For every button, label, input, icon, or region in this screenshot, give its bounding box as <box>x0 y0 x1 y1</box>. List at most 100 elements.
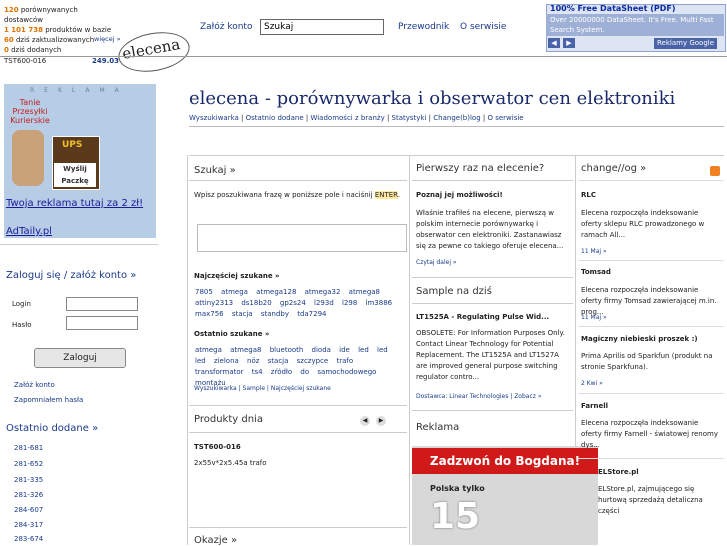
changelog-date[interactable]: 2 Kwi » <box>581 380 603 387</box>
crumb-about[interactable]: O serwisie <box>487 114 523 122</box>
stats-panel: 120 porównywanych dostawców 1 101 738 pr… <box>4 5 114 55</box>
rss-icon[interactable] <box>710 166 720 176</box>
recent-searches-heading[interactable]: Ostatnio szukane » <box>194 330 269 338</box>
crumb-news[interactable]: Wiadomości z branży <box>310 114 384 122</box>
crumb-search[interactable]: Wyszukiwarka <box>189 114 239 122</box>
changelog-title[interactable]: ELStore.pl <box>598 468 639 476</box>
entry-divider <box>578 260 724 261</box>
ad-label: REKLAMA <box>30 87 129 94</box>
product-description: 2x55v*2x5.45a trafo <box>194 459 267 467</box>
login-label: Login <box>12 300 31 308</box>
stat-number: 0 <box>4 46 9 54</box>
crumb-changelog[interactable]: Change(b)log <box>433 114 480 122</box>
entry-divider <box>578 326 724 327</box>
crumb-divider <box>189 126 724 127</box>
courier-figure <box>12 130 44 186</box>
panel-divider <box>412 180 573 181</box>
panel-divider <box>578 180 724 181</box>
ad-banner-title[interactable]: Zadzwoń do Bogdana! <box>412 448 598 474</box>
range-link[interactable]: 281-652 <box>14 460 43 468</box>
password-field[interactable] <box>66 316 138 330</box>
next-product-button[interactable]: ▶ <box>376 416 386 426</box>
panel-divider <box>412 303 573 304</box>
sample-text: OBSOLETE: For Information Purposes Only.… <box>416 329 565 381</box>
your-ad-link[interactable]: Twoja reklama tutaj za 2 zł! <box>6 198 143 209</box>
register-link[interactable]: Załóż konto <box>14 381 55 389</box>
login-button[interactable]: Zaloguj <box>34 348 126 368</box>
deals-heading[interactable]: Okazje » <box>194 535 237 546</box>
ad-banner-tagline: Polska tylko <box>430 484 485 493</box>
ups-logo: UPS <box>62 140 83 150</box>
recent-searches[interactable]: atmega atmega8 bluetooth dioda ide led l… <box>195 345 405 389</box>
prev-product-button[interactable]: ◀ <box>360 416 370 426</box>
search-desc-text: Wpisz poszukiwana frazę w poniższe pole … <box>194 191 373 199</box>
first-time-heading: Pierwszy raz na elecenie? <box>416 163 545 174</box>
search-description: Wpisz poszukiwana frazę w poniższe pole … <box>194 191 401 199</box>
crumb-recent[interactable]: Ostatnio dodane <box>246 114 304 122</box>
stat-label: dziś dodanych <box>11 46 62 54</box>
changelog-text: Elecena rozpoczęła indeksowanie oferty f… <box>581 419 718 449</box>
range-link[interactable]: 284-317 <box>14 521 43 529</box>
panel-divider <box>412 277 573 278</box>
ad-prev-button[interactable]: ◀ <box>548 38 560 48</box>
sample-footer[interactable]: Dostawca: Linear Technologies | Zobacz » <box>416 393 541 400</box>
adtaily-link[interactable]: AdTaily.pl <box>6 226 52 237</box>
more-stats-link[interactable]: więcej » <box>94 35 121 43</box>
popular-heading[interactable]: Najczęściej szukane » <box>194 272 280 280</box>
read-more-link[interactable]: Czytaj dalej » <box>416 259 457 266</box>
changelog-title[interactable]: RLC <box>581 191 596 199</box>
first-time-subheading: Poznaj jej możliwości! <box>416 191 503 199</box>
sample-name[interactable]: LT1525A - Regulating Pulse Wid... <box>416 313 549 321</box>
login-heading[interactable]: Zaloguj się / załóż konto » <box>6 270 136 281</box>
changelog-heading[interactable]: change//og » <box>581 163 646 174</box>
entry-divider <box>578 393 724 394</box>
ad-body: Over 20000000 DataSheet. It's Free. Mult… <box>550 16 714 34</box>
send-package-button[interactable]: Wyślij Paczkę <box>54 163 96 187</box>
stat-label: dziś zaktualizowanych <box>15 36 95 44</box>
ad-heading: Reklama <box>416 422 460 433</box>
nav-register-link[interactable]: Załóż konto <box>200 22 252 32</box>
nav-guide-link[interactable]: Przewodnik <box>398 22 449 32</box>
forgot-password-link[interactable]: Zapomniałem hasła <box>14 396 83 404</box>
changelog-date[interactable]: 11 Maj » <box>581 314 607 321</box>
panel-divider <box>189 527 407 528</box>
range-link[interactable]: 281-681 <box>14 444 43 452</box>
panel-divider <box>189 180 407 181</box>
product-name[interactable]: TST600-016 <box>194 443 241 451</box>
stat-number: 1 101 738 <box>4 26 43 34</box>
changelog-title[interactable]: Magiczny niebieski proszek :) <box>581 335 698 343</box>
range-link[interactable]: 283-674 <box>14 535 43 543</box>
panel-divider <box>189 432 407 433</box>
recently-added-heading[interactable]: Ostatnio dodane » <box>6 423 98 434</box>
stat-label: produktów w bazie <box>45 26 112 34</box>
changelog-date[interactable]: 11 Maj » <box>581 248 607 255</box>
breadcrumb: Wyszukiwarka | Ostatnio dodane | Wiadomo… <box>189 114 524 122</box>
changelog-text: ELStore.pl, zajmującego się hurtową sprz… <box>598 485 703 515</box>
range-link[interactable]: 284-607 <box>14 506 43 514</box>
ticker-part[interactable]: TST600-016 <box>4 57 46 65</box>
search-heading[interactable]: Szukaj » <box>194 165 236 176</box>
ad-slogan: Tanie Przesyłki Kurierskie <box>10 98 50 125</box>
products-heading: Produkty dnia <box>194 414 263 425</box>
changelog-text: Elecena rozpoczęła indeksowanie oferty s… <box>581 209 705 239</box>
changelog-title[interactable]: Tomsad <box>581 268 611 276</box>
ad-next-button[interactable]: ▶ <box>563 38 575 48</box>
page-title: elecena - porównywarka i obserwator cen … <box>189 88 676 109</box>
popular-searches[interactable]: 7805 atmega atmega128 atmega32 atmega8 a… <box>195 287 405 320</box>
login-field[interactable] <box>66 297 138 311</box>
password-label: Hasło <box>12 321 32 329</box>
nav-about-link[interactable]: O serwisie <box>460 22 506 32</box>
search-input[interactable] <box>260 19 384 35</box>
panel-top-line <box>189 155 724 156</box>
changelog-title[interactable]: Farnell <box>581 402 608 410</box>
left-divider <box>0 244 158 245</box>
google-ads-label[interactable]: Reklamy Google <box>654 38 718 49</box>
range-link[interactable]: 281-335 <box>14 476 43 484</box>
search-footer-links[interactable]: Wyszukiwarka | Sample | Najczęściej szuk… <box>194 385 331 392</box>
main-search-input[interactable] <box>197 224 407 252</box>
first-time-text: Właśnie trafiłeś na elecene, pierwszą w … <box>416 209 564 250</box>
column-border <box>187 155 188 545</box>
crumb-stats[interactable]: Statystyki <box>392 114 427 122</box>
range-link[interactable]: 281-326 <box>14 491 43 499</box>
ad-title[interactable]: 100% Free DataSheet (PDF) <box>550 4 676 13</box>
